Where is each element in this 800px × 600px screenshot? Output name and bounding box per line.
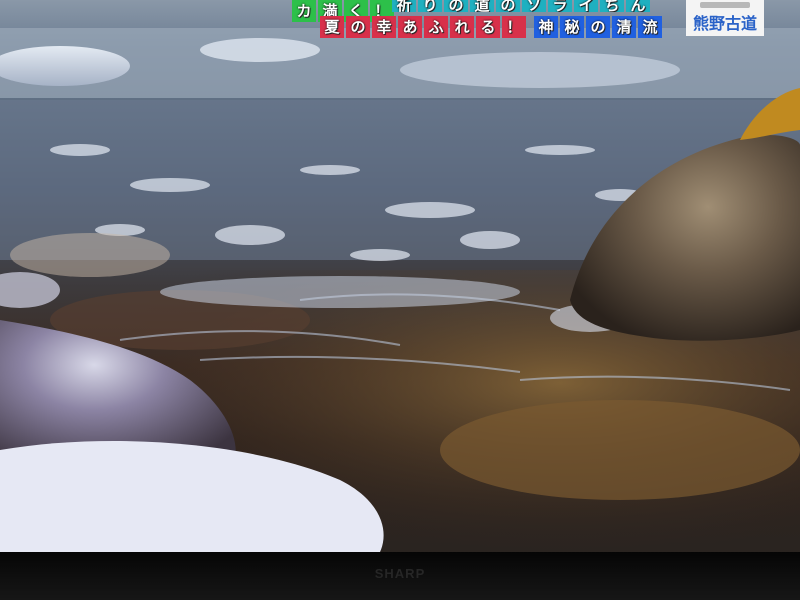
caption-line-1-cont: 祈 り の 道 の ソ ラ イ ち ん <box>392 0 650 12</box>
caption-char: る <box>476 16 500 38</box>
caption-char: の <box>444 0 468 12</box>
caption-char: イ <box>574 0 598 12</box>
caption-char: ！ <box>502 16 526 38</box>
caption-char: の <box>496 0 520 12</box>
place-name: 熊野古道 <box>692 14 757 33</box>
caption-char: 流 <box>638 16 662 38</box>
river-scene <box>0 28 800 552</box>
place-label: 熊野古道 <box>686 0 764 36</box>
caption-char: 秘 <box>560 16 584 38</box>
white-foam-center <box>200 38 320 62</box>
caption-char: ち <box>600 0 624 12</box>
caption-red-group: 夏 の 幸 あ ふ れ る ！ <box>320 16 526 38</box>
brand-logo: SHARP <box>374 566 426 581</box>
caption-char: の <box>346 16 370 38</box>
white-foam-right <box>400 52 680 88</box>
caption-char: カ <box>292 0 316 22</box>
caption-char: 祈 <box>392 0 416 12</box>
submerged-rock <box>440 400 800 500</box>
caption-char: あ <box>398 16 422 38</box>
caption-char: 神 <box>534 16 558 38</box>
sunlit-pebble <box>10 233 170 277</box>
caption-char: ラ <box>548 0 572 12</box>
caption-char: ふ <box>424 16 448 38</box>
caption-char: 幸 <box>372 16 396 38</box>
caption-char: ソ <box>522 0 546 12</box>
caption-line-2: 夏 の 幸 あ ふ れ る ！ 神 秘 の 清 流 <box>320 16 662 38</box>
caption-blue-group: 神 秘 の 清 流 <box>534 16 662 38</box>
wave-crest <box>160 276 520 308</box>
caption-char: れ <box>450 16 474 38</box>
caption-char: り <box>418 0 442 12</box>
caption-char: 清 <box>612 16 636 38</box>
tv-screen: カ 満 く ！ 祈 り の 道 の ソ ラ イ ち ん 夏 の 幸 あ ふ れ … <box>0 0 800 552</box>
caption-char: 道 <box>470 0 494 12</box>
caption-char: 夏 <box>320 16 344 38</box>
caption-char: の <box>586 16 610 38</box>
caption-char: ん <box>626 0 650 12</box>
